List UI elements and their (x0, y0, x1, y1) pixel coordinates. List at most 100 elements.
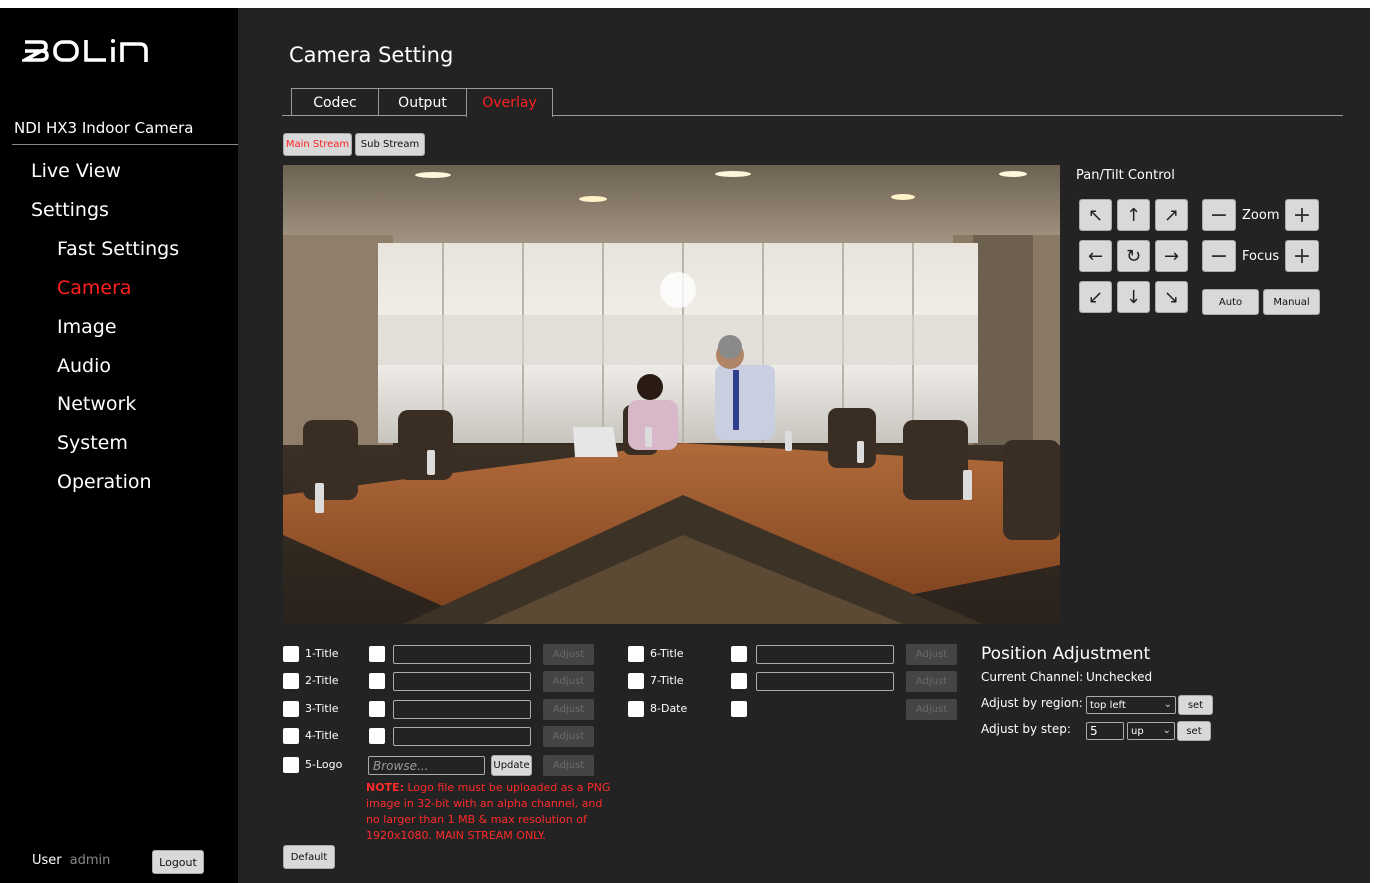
title-2-enable-checkbox[interactable] (283, 673, 299, 689)
title-6-option-checkbox[interactable] (731, 646, 747, 662)
sidebar-item-audio[interactable]: Audio (57, 355, 111, 377)
focus-manual-button[interactable]: Manual (1263, 289, 1320, 315)
arrow-up-right-icon: ↗ (1163, 204, 1180, 226)
current-channel-label: Current Channel: (981, 670, 1084, 684)
arrow-up-icon: ↑ (1125, 204, 1142, 226)
focus-near-button[interactable]: − (1202, 240, 1236, 272)
pan-down-right-button[interactable]: ↘ (1155, 281, 1188, 313)
title-6-enable-checkbox[interactable] (628, 646, 644, 662)
tab-bar-line (282, 115, 1343, 116)
title-3-label: 3-Title (305, 702, 339, 715)
title-4-option-checkbox[interactable] (369, 728, 385, 744)
title-3-enable-checkbox[interactable] (283, 701, 299, 717)
minus-icon: − (1209, 202, 1229, 228)
arrow-down-left-icon: ↙ (1087, 286, 1104, 308)
region-set-button[interactable]: set (1178, 695, 1213, 715)
title-1-enable-checkbox[interactable] (283, 646, 299, 662)
main-stream-button[interactable]: Main Stream (283, 133, 352, 156)
user-label: User (32, 853, 62, 868)
date-option-checkbox[interactable] (731, 701, 747, 717)
tab-output[interactable]: Output (378, 88, 467, 116)
tab-overlay[interactable]: Overlay (466, 88, 553, 117)
title-7-enable-checkbox[interactable] (628, 673, 644, 689)
step-direction-value: up (1131, 725, 1144, 737)
logo-enable-checkbox[interactable] (283, 757, 299, 773)
plus-icon: + (1292, 243, 1312, 269)
region-select[interactable]: top left ⌄ (1086, 696, 1176, 714)
arrow-left-icon: ← (1087, 245, 1104, 267)
pan-right-button[interactable]: → (1155, 240, 1188, 272)
title-7-adjust-button[interactable]: Adjust (906, 671, 957, 692)
title-2-adjust-button[interactable]: Adjust (543, 671, 594, 692)
title-1-label: 1-Title (305, 647, 339, 660)
chevron-down-icon: ⌄ (1163, 699, 1172, 710)
sidebar-item-network[interactable]: Network (57, 393, 136, 415)
default-button[interactable]: Default (283, 845, 335, 869)
chevron-down-icon: ⌄ (1162, 725, 1171, 736)
logout-button[interactable]: Logout (152, 850, 204, 874)
minus-icon: − (1209, 243, 1229, 269)
sidebar-item-live-view[interactable]: Live View (31, 160, 121, 182)
sidebar-item-image[interactable]: Image (57, 316, 117, 338)
title-4-adjust-button[interactable]: Adjust (543, 726, 594, 747)
step-set-button[interactable]: set (1177, 721, 1211, 741)
title-2-option-checkbox[interactable] (369, 673, 385, 689)
sub-stream-button[interactable]: Sub Stream (355, 133, 425, 156)
sidebar: NDI HX3 Indoor Camera Live View Settings… (0, 8, 238, 883)
zoom-in-button[interactable]: + (1285, 199, 1319, 231)
current-channel-value: Unchecked (1086, 670, 1153, 684)
logo-adjust-button[interactable]: Adjust (543, 755, 594, 776)
note-prefix: NOTE: (366, 781, 404, 794)
title-3-option-checkbox[interactable] (369, 701, 385, 717)
title-4-text-input[interactable] (393, 727, 531, 746)
pan-up-left-button[interactable]: ↖ (1079, 199, 1112, 231)
logo-update-button[interactable]: Update (491, 755, 532, 776)
tilt-down-button[interactable]: ↓ (1117, 281, 1150, 313)
app-window: NDI HX3 Indoor Camera Live View Settings… (0, 8, 1370, 883)
sidebar-item-system[interactable]: System (57, 432, 128, 454)
logo-upload-note: NOTE: Logo file must be uploaded as a PN… (366, 780, 618, 844)
user-info: User admin (32, 853, 110, 868)
title-1-adjust-button[interactable]: Adjust (543, 644, 594, 665)
adjust-by-region-label: Adjust by region: (981, 696, 1083, 710)
page-title: Camera Setting (289, 43, 454, 67)
sidebar-item-camera[interactable]: Camera (57, 277, 132, 299)
sidebar-item-settings[interactable]: Settings (31, 199, 109, 221)
pan-up-right-button[interactable]: ↗ (1155, 199, 1188, 231)
title-6-text-input[interactable] (756, 645, 894, 664)
title-7-label: 7-Title (650, 674, 684, 687)
title-3-adjust-button[interactable]: Adjust (543, 699, 594, 720)
title-3-text-input[interactable] (393, 700, 531, 719)
tilt-up-button[interactable]: ↑ (1117, 199, 1150, 231)
title-1-option-checkbox[interactable] (369, 646, 385, 662)
sidebar-item-fast-settings[interactable]: Fast Settings (57, 238, 179, 260)
logo-file-browse-input[interactable]: Browse... (368, 756, 485, 775)
title-7-option-checkbox[interactable] (731, 673, 747, 689)
pan-left-button[interactable]: ← (1079, 240, 1112, 272)
tab-codec[interactable]: Codec (291, 88, 379, 116)
pan-down-left-button[interactable]: ↙ (1079, 281, 1112, 313)
title-4-enable-checkbox[interactable] (283, 728, 299, 744)
zoom-out-button[interactable]: − (1202, 199, 1236, 231)
step-size-input[interactable]: 5 (1086, 722, 1124, 740)
title-7-text-input[interactable] (756, 672, 894, 691)
title-6-adjust-button[interactable]: Adjust (906, 644, 957, 665)
position-adjustment-title: Position Adjustment (981, 644, 1151, 664)
user-name: admin (69, 853, 111, 868)
device-name: NDI HX3 Indoor Camera (14, 119, 194, 137)
sidebar-item-operation[interactable]: Operation (57, 471, 152, 493)
title-2-text-input[interactable] (393, 672, 531, 691)
title-4-label: 4-Title (305, 729, 339, 742)
focus-auto-button[interactable]: Auto (1202, 289, 1259, 315)
arrow-up-left-icon: ↖ (1087, 204, 1104, 226)
bolin-logo (22, 38, 152, 64)
date-adjust-button[interactable]: Adjust (906, 699, 957, 720)
plus-icon: + (1292, 202, 1312, 228)
adjust-by-step-label: Adjust by step: (981, 722, 1071, 736)
focus-far-button[interactable]: + (1285, 240, 1319, 272)
ptz-home-button[interactable]: ↻ (1117, 240, 1150, 272)
date-enable-checkbox[interactable] (628, 701, 644, 717)
step-direction-select[interactable]: up ⌄ (1127, 722, 1175, 740)
arrow-down-icon: ↓ (1125, 286, 1142, 308)
title-1-text-input[interactable] (393, 645, 531, 664)
